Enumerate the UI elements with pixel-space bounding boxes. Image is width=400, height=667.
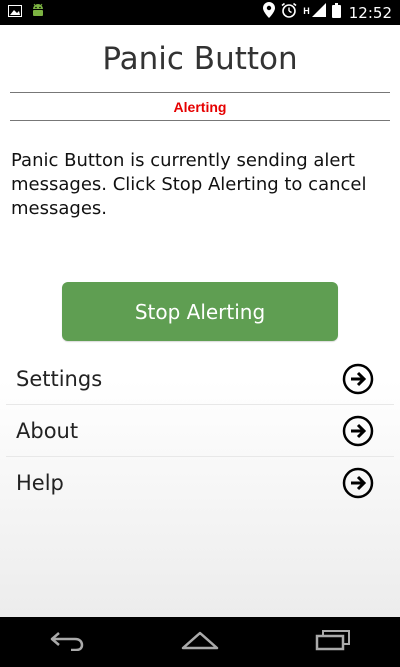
menu-item-about[interactable]: About: [6, 405, 394, 457]
menu-item-help[interactable]: Help: [6, 457, 394, 509]
arrow-right-circle-icon: [342, 415, 374, 447]
menu-list: Settings About Help: [6, 353, 394, 509]
status-label: Alerting: [173, 99, 227, 115]
navigation-bar: [0, 617, 400, 667]
menu-item-label: Help: [16, 471, 64, 495]
home-button[interactable]: [170, 622, 230, 662]
recent-apps-button[interactable]: [303, 622, 363, 662]
battery-icon: [331, 2, 341, 23]
menu-item-label: Settings: [16, 366, 103, 391]
page-title: Panic Button: [102, 41, 298, 77]
divider: [10, 92, 390, 93]
image-notification-icon: [8, 4, 22, 22]
arrow-right-circle-icon: [342, 467, 374, 499]
divider: [10, 120, 390, 121]
main-content: Panic Button Alerting Panic Button is cu…: [0, 25, 400, 617]
back-button[interactable]: [37, 622, 97, 662]
stop-alerting-button[interactable]: Stop Alerting: [62, 282, 338, 341]
status-time: 12:52: [348, 3, 392, 22]
location-icon: [263, 2, 276, 23]
menu-item-label: About: [16, 418, 79, 443]
back-icon: [49, 629, 85, 656]
status-message: Panic Button is currently sending alert …: [11, 150, 367, 219]
home-icon: [181, 630, 219, 655]
signal-icon: [311, 3, 326, 22]
menu-item-settings[interactable]: Settings: [6, 353, 394, 405]
network-type-label: H: [303, 6, 310, 16]
recent-apps-icon: [315, 629, 351, 656]
arrow-right-circle-icon: [342, 363, 374, 395]
android-notification-icon: [30, 3, 46, 22]
status-bar: H 12:52: [0, 0, 400, 25]
alarm-icon: [281, 2, 297, 23]
